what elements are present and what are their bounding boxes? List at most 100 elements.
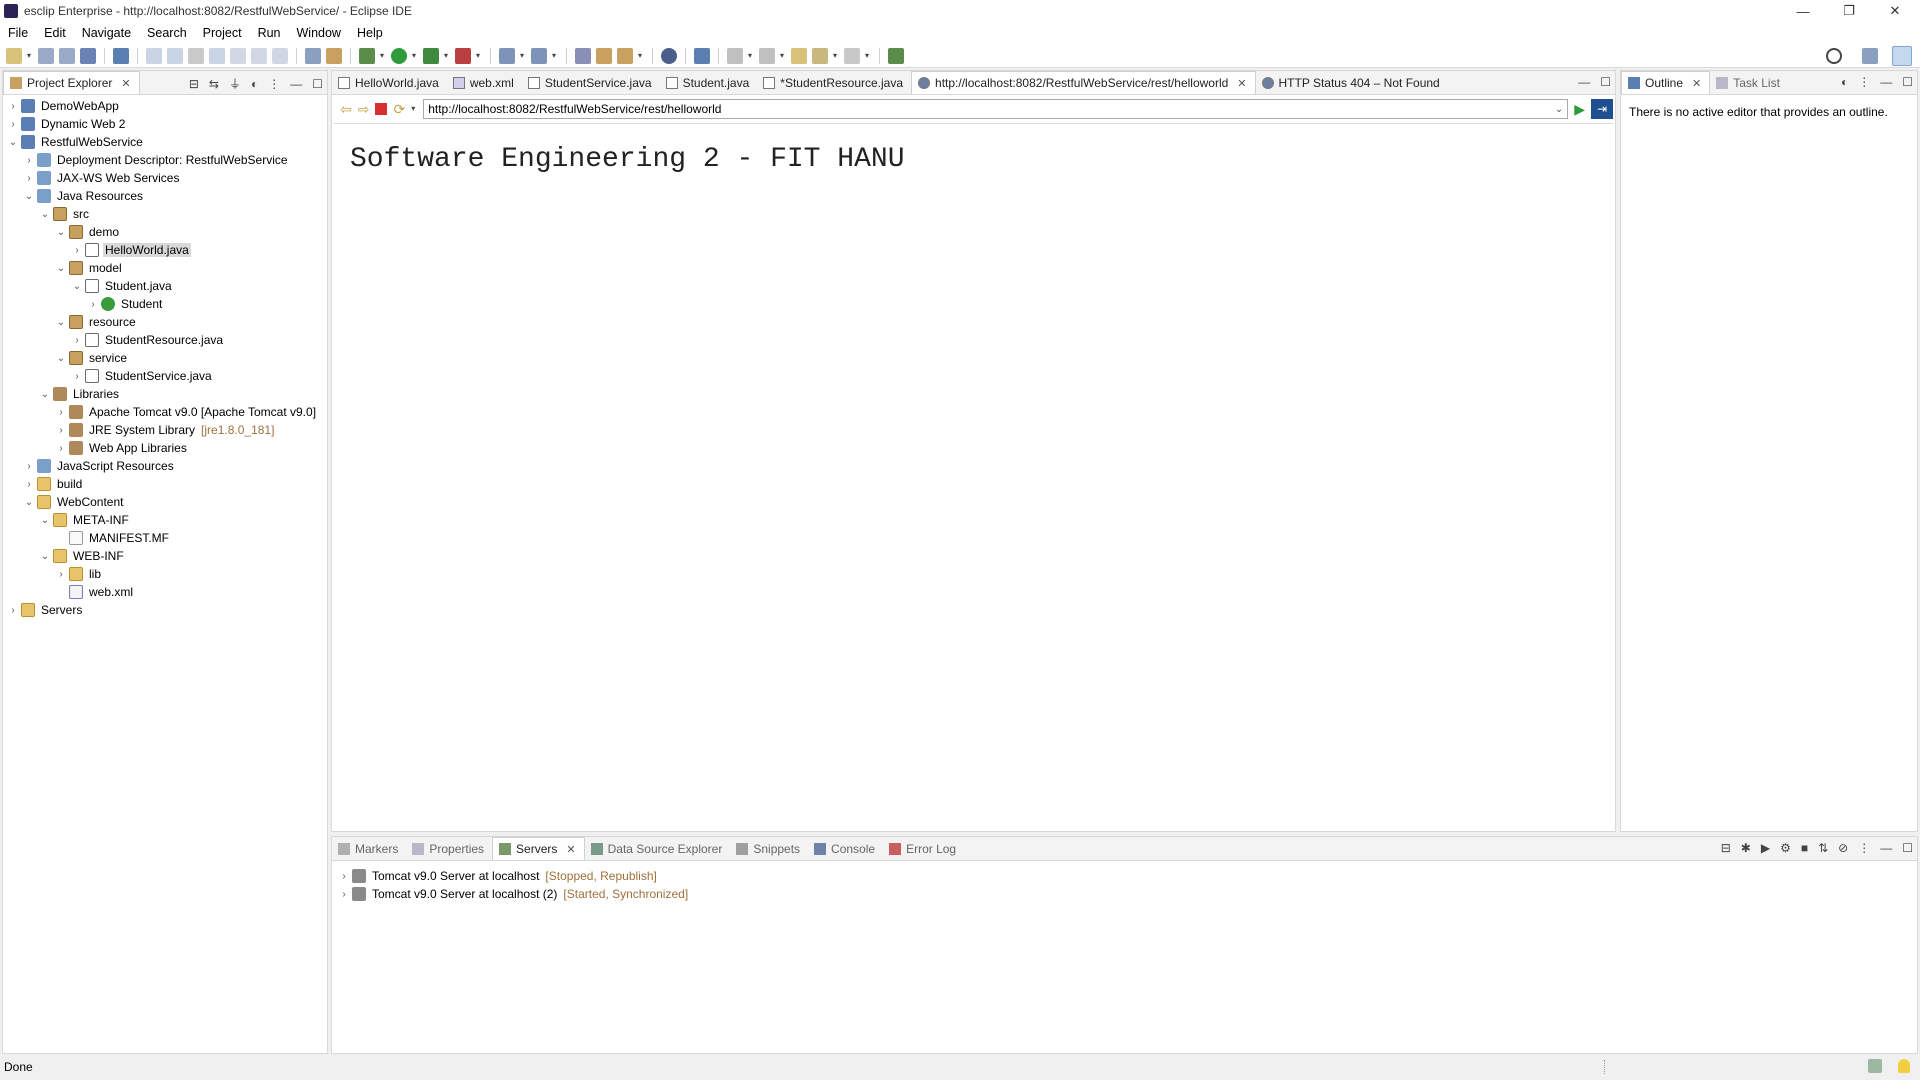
chevron-right-icon[interactable]: › xyxy=(23,155,35,166)
url-history-icon[interactable]: ⌄ xyxy=(1555,104,1563,115)
tip-icon[interactable] xyxy=(1898,1059,1910,1073)
chevron-right-icon[interactable]: › xyxy=(87,299,99,310)
stop-icon[interactable] xyxy=(375,103,388,115)
menu-help[interactable]: Help xyxy=(349,26,391,40)
editor-tab[interactable]: *StudentResource.java xyxy=(757,71,911,94)
chevron-right-icon[interactable]: › xyxy=(55,407,67,418)
forward-icon[interactable] xyxy=(844,47,860,64)
web-browser-icon[interactable] xyxy=(661,47,677,64)
menu-run[interactable]: Run xyxy=(250,26,289,40)
menu-window[interactable]: Window xyxy=(289,26,349,40)
bottom-tab[interactable]: Markers xyxy=(332,837,406,860)
chevron-down-icon[interactable]: ⌄ xyxy=(23,497,35,508)
next-annotation-icon[interactable] xyxy=(727,47,743,64)
terminal-icon[interactable] xyxy=(80,47,96,64)
tab-project-explorer[interactable]: Project Explorer ✕ xyxy=(3,71,140,94)
new-server-icon[interactable] xyxy=(499,47,515,64)
open-task-icon[interactable] xyxy=(596,47,612,64)
save-icon[interactable] xyxy=(38,47,54,64)
tree-item[interactable]: › JavaScript Resources xyxy=(23,457,176,475)
tree-item[interactable]: › StudentResource.java xyxy=(71,331,225,349)
chevron-right-icon[interactable]: › xyxy=(71,245,83,256)
editor-tab[interactable]: http://localhost:8082/RestfulWebService/… xyxy=(911,71,1256,94)
tree-item[interactable]: › Dynamic Web 2 xyxy=(7,115,127,133)
chevron-down-icon[interactable]: ⌄ xyxy=(39,551,51,562)
chevron-down-icon[interactable]: ⌄ xyxy=(39,209,51,220)
bottom-tab[interactable]: Snippets xyxy=(730,837,808,860)
step-into-icon[interactable] xyxy=(230,47,246,64)
tree-item[interactable]: › Servers xyxy=(7,601,84,619)
tree-item[interactable]: ⌄ RestfulWebService xyxy=(7,133,145,151)
search-tool-icon[interactable] xyxy=(617,47,633,64)
view-menu-icon[interactable]: ⋮ xyxy=(1858,75,1870,89)
disconnect-server-icon[interactable]: ⊘ xyxy=(1838,841,1848,855)
update-icon[interactable] xyxy=(1868,1059,1882,1073)
skip-breakpoints-icon[interactable] xyxy=(113,47,129,64)
tree-item[interactable]: › StudentService.java xyxy=(71,367,214,385)
chevron-right-icon[interactable]: › xyxy=(55,425,67,436)
pin-editor-icon[interactable] xyxy=(888,47,904,64)
tree-item[interactable]: ⌄ META-INF xyxy=(39,511,131,529)
maximize-view-icon[interactable]: ☐ xyxy=(1902,75,1913,89)
open-type-icon[interactable] xyxy=(575,47,591,64)
chevron-down-icon[interactable]: ⌄ xyxy=(55,353,67,364)
debug-icon[interactable] xyxy=(359,47,375,64)
resume-icon[interactable] xyxy=(146,47,162,64)
chevron-right-icon[interactable]: › xyxy=(71,371,83,382)
tree-item[interactable]: › DemoWebApp xyxy=(7,97,121,115)
bottom-tab[interactable]: Console xyxy=(808,837,883,860)
forward-arrow-icon[interactable]: ⇨ xyxy=(358,101,370,118)
tree-item[interactable]: ⌄ src xyxy=(39,205,91,223)
tree-item[interactable]: ⌄ WEB-INF xyxy=(39,547,126,565)
link-editor-icon[interactable]: ⇆ xyxy=(209,77,219,91)
save-all-icon[interactable] xyxy=(59,47,75,64)
tree-item[interactable]: ⌄ Student.java xyxy=(71,277,174,295)
url-input[interactable]: http://localhost:8082/RestfulWebService/… xyxy=(423,99,1569,119)
tree-item[interactable]: MANIFEST.MF xyxy=(55,529,171,547)
minimize-button[interactable]: — xyxy=(1780,0,1826,22)
open-perspective-icon[interactable] xyxy=(1862,48,1878,64)
close-button[interactable]: ✕ xyxy=(1872,0,1918,22)
editor-tab[interactable]: HelloWorld.java xyxy=(332,71,447,94)
step-over-icon[interactable] xyxy=(251,47,267,64)
tree-item[interactable]: › lib xyxy=(55,565,103,583)
back-icon[interactable] xyxy=(812,47,828,64)
chevron-right-icon[interactable]: › xyxy=(71,335,83,346)
last-edit-icon[interactable] xyxy=(791,47,807,64)
suspend-icon[interactable] xyxy=(167,47,183,64)
collapse-icon[interactable]: ⊟ xyxy=(1721,841,1731,855)
server-row[interactable]: › Tomcat v9.0 Server at localhost [Stopped… xyxy=(338,867,657,885)
tree-item[interactable]: ⌄ resource xyxy=(55,313,138,331)
coverage-icon[interactable] xyxy=(455,47,471,64)
chevron-right-icon[interactable]: › xyxy=(55,569,67,580)
step-return-icon[interactable] xyxy=(272,47,288,64)
search-icon[interactable] xyxy=(1826,48,1842,64)
chevron-right-icon[interactable]: › xyxy=(23,461,35,472)
tree-item[interactable]: ⌄ service xyxy=(55,349,129,367)
tree-item[interactable]: › Student xyxy=(87,295,164,313)
chevron-right-icon[interactable]: › xyxy=(23,173,35,184)
menu-edit[interactable]: Edit xyxy=(36,26,74,40)
tree-item[interactable]: › Web App Libraries xyxy=(55,439,189,457)
editor-tab[interactable]: HTTP Status 404 – Not Found xyxy=(1256,71,1448,94)
editor-tab[interactable]: StudentService.java xyxy=(522,71,660,94)
server-row[interactable]: › Tomcat v9.0 Server at localhost (2) [Sta… xyxy=(338,885,688,903)
run-icon[interactable] xyxy=(391,47,407,64)
bottom-tab[interactable]: Servers ✕ xyxy=(492,837,585,860)
tree-item[interactable]: › JAX-WS Web Services xyxy=(23,169,181,187)
close-icon[interactable]: ✕ xyxy=(1237,77,1246,90)
build-icon[interactable] xyxy=(305,47,321,64)
view-menu-icon[interactable]: ⋮ xyxy=(1858,841,1870,855)
chevron-down-icon[interactable]: ⌄ xyxy=(39,389,51,400)
chevron-right-icon[interactable]: › xyxy=(7,605,19,616)
chevron-down-icon[interactable]: ⌄ xyxy=(71,281,83,292)
minimize-view-icon[interactable]: — xyxy=(1880,841,1892,855)
maximize-view-icon[interactable]: ☐ xyxy=(1902,841,1913,855)
bottom-tab[interactable]: Error Log xyxy=(883,837,964,860)
tree-item[interactable]: web.xml xyxy=(55,583,135,601)
close-icon[interactable]: ✕ xyxy=(566,843,575,856)
annotation-icon[interactable] xyxy=(694,47,710,64)
chevron-right-icon[interactable]: › xyxy=(23,479,35,490)
tree-item[interactable]: › Deployment Descriptor: RestfulWebServic… xyxy=(23,151,290,169)
editor-tab[interactable]: web.xml xyxy=(447,71,522,94)
